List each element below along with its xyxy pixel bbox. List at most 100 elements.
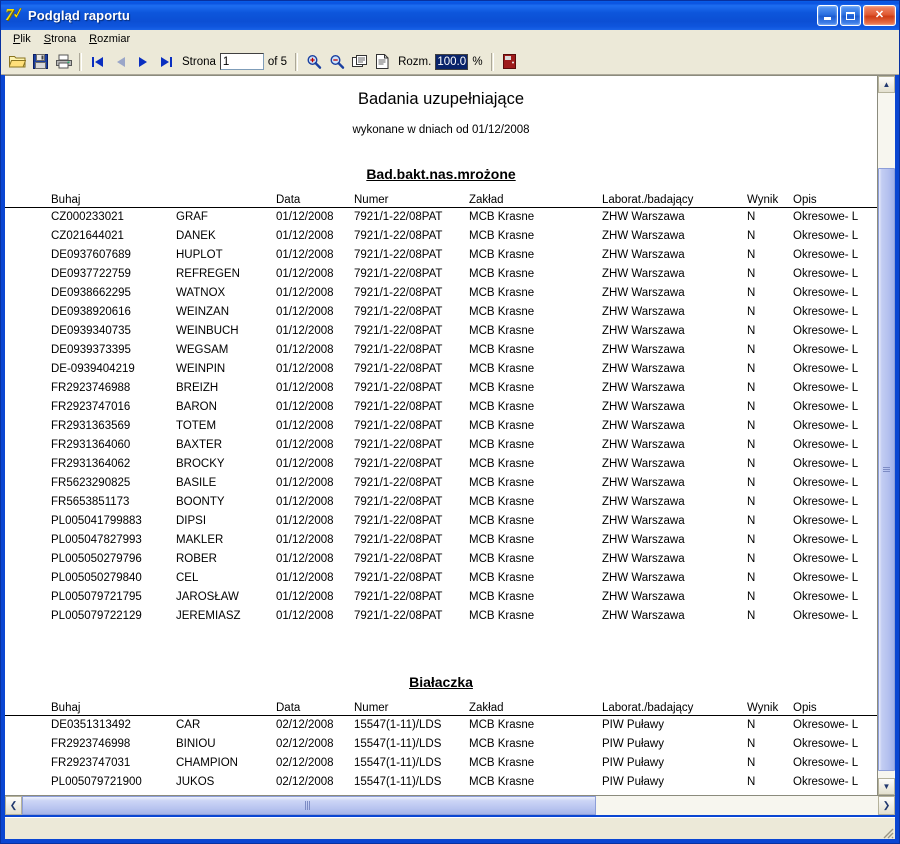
table-cell: MCB Krasne: [469, 610, 535, 622]
table-row: FR2923746988 BREIZH 01/12/2008 7921/1-22/08…: [5, 379, 877, 398]
table-cell: Okresowe- L: [793, 757, 859, 769]
previous-page-icon[interactable]: [109, 51, 132, 72]
table-cell: N: [747, 363, 756, 375]
next-page-icon[interactable]: [132, 51, 155, 72]
table-cell: DE0937722759: [51, 268, 131, 280]
horizontal-scroll-thumb[interactable]: [22, 796, 596, 815]
menu-item-strona[interactable]: Strona: [38, 32, 83, 46]
scroll-down-icon[interactable]: ▼: [878, 778, 895, 795]
first-page-icon[interactable]: [86, 51, 109, 72]
vertical-scroll-track[interactable]: [878, 93, 895, 778]
last-page-icon[interactable]: [155, 51, 178, 72]
table-cell: 7921/1-22/08PAT: [354, 591, 443, 603]
table-cell: DE0938662295: [51, 287, 131, 299]
printer-icon[interactable]: [52, 51, 75, 72]
zoom-value-input[interactable]: 100.0: [435, 53, 469, 70]
percent-label: %: [472, 55, 483, 68]
table-cell: N: [747, 344, 756, 356]
table-cell: 15547(1-11)/LDS: [354, 738, 442, 750]
table-cell: ZHW Warszawa: [602, 572, 685, 584]
table-cell: Okresowe- L: [793, 249, 859, 261]
table-cell: 02/12/2008: [276, 719, 334, 731]
table-row: CZ021644021 DANEK 01/12/2008 7921/1-22/08PA…: [5, 227, 877, 246]
table-cell: N: [747, 458, 756, 470]
table-cell: 01/12/2008: [276, 420, 334, 432]
column-header: Zakład: [469, 194, 602, 208]
table-cell: GRAF: [176, 211, 208, 223]
floppy-disk-save-icon[interactable]: [29, 51, 52, 72]
table-cell: FR2931363569: [51, 420, 131, 432]
scroll-grip-h-icon: [304, 801, 313, 810]
exit-door-icon[interactable]: [498, 51, 521, 72]
zoom-in-icon[interactable]: [302, 51, 325, 72]
table-cell: N: [747, 776, 756, 788]
horizontal-scroll-track[interactable]: [22, 796, 878, 815]
zoom-out-icon[interactable]: [325, 51, 348, 72]
table-cell: MAKLER: [176, 534, 224, 546]
two-page-view-icon[interactable]: [348, 51, 371, 72]
table-row: DE0938662295 WATNOX 01/12/2008 7921/1-22/08…: [5, 284, 877, 303]
report-table: Buhaj Data Numer Zakład Laborat./badający Wyn…: [5, 194, 877, 626]
scroll-up-icon[interactable]: ▲: [878, 76, 895, 93]
table-cell: REFREGEN: [176, 268, 240, 280]
minimize-button[interactable]: [817, 5, 838, 26]
table-cell: 7921/1-22/08PAT: [354, 230, 443, 242]
menu-item-plik-label: lik: [20, 33, 31, 45]
scroll-right-icon[interactable]: ❯: [878, 796, 895, 815]
horizontal-scrollbar[interactable]: ❮ ❯: [5, 795, 895, 815]
table-cell: MCB Krasne: [469, 344, 535, 356]
table-cell: Okresowe- L: [793, 230, 859, 242]
table-cell: Okresowe- L: [793, 572, 859, 584]
column-header: Laborat./badający: [602, 194, 747, 208]
resize-grip-icon[interactable]: [880, 825, 894, 839]
menu-item-rozmiar[interactable]: Rozmiar: [83, 32, 137, 46]
table-cell: PIW Puławy: [602, 757, 664, 769]
table-cell: JEREMIASZ: [176, 610, 241, 622]
table-cell: Okresowe- L: [793, 534, 859, 546]
table-cell: N: [747, 420, 756, 432]
table-cell: ROBER: [176, 553, 217, 565]
table-cell: ZHW Warszawa: [602, 610, 685, 622]
close-button[interactable]: ✕: [863, 5, 896, 26]
vertical-scrollbar[interactable]: ▲ ▼: [877, 76, 895, 795]
table-cell: 01/12/2008: [276, 230, 334, 242]
table-cell: MCB Krasne: [469, 776, 535, 788]
open-folder-icon[interactable]: [6, 51, 29, 72]
page-number-input[interactable]: [219, 53, 264, 70]
table-cell: MCB Krasne: [469, 420, 535, 432]
table-cell: N: [747, 591, 756, 603]
table-cell: MCB Krasne: [469, 363, 535, 375]
status-bar: [5, 817, 895, 839]
table-row: DE0937607689 HUPLOT 01/12/2008 7921/1-22/08…: [5, 246, 877, 265]
toolbar-separator: [79, 52, 82, 71]
table-cell: N: [747, 306, 756, 318]
document-viewport[interactable]: Krasne Badania uzupełniające wykonane w …: [5, 76, 877, 795]
column-header: Opis: [793, 702, 877, 716]
table-cell: WEINPIN: [176, 363, 226, 375]
table-cell: ZHW Warszawa: [602, 211, 685, 223]
table-row: DE0937722759 REFREGEN 01/12/2008 7921/1-22/…: [5, 265, 877, 284]
table-row: FR2923747016 BARON 01/12/2008 7921/1-22/08P…: [5, 398, 877, 417]
table-cell: N: [747, 610, 756, 622]
table-cell: DE0939340735: [51, 325, 131, 337]
page-label: Strona: [182, 55, 216, 68]
maximize-button[interactable]: [840, 5, 861, 26]
table-cell: HUPLOT: [176, 249, 223, 261]
menu-item-plik[interactable]: Plik: [7, 32, 38, 46]
table-cell: PL005079722129: [51, 610, 142, 622]
table-cell: ZHW Warszawa: [602, 458, 685, 470]
table-cell: 01/12/2008: [276, 249, 334, 261]
vertical-scroll-thumb[interactable]: [878, 168, 895, 772]
table-cell: ZHW Warszawa: [602, 306, 685, 318]
scroll-left-icon[interactable]: ❮: [5, 796, 22, 815]
table-cell: 7921/1-22/08PAT: [354, 534, 443, 546]
table-cell: Okresowe- L: [793, 610, 859, 622]
one-page-view-icon[interactable]: [371, 51, 394, 72]
table-cell: 7921/1-22/08PAT: [354, 477, 443, 489]
table-cell: Okresowe- L: [793, 496, 859, 508]
table-cell: 7921/1-22/08PAT: [354, 610, 443, 622]
menu-item-rozmiar-label: ozmiar: [97, 33, 131, 45]
column-header: [176, 702, 276, 716]
table-cell: MCB Krasne: [469, 249, 535, 261]
